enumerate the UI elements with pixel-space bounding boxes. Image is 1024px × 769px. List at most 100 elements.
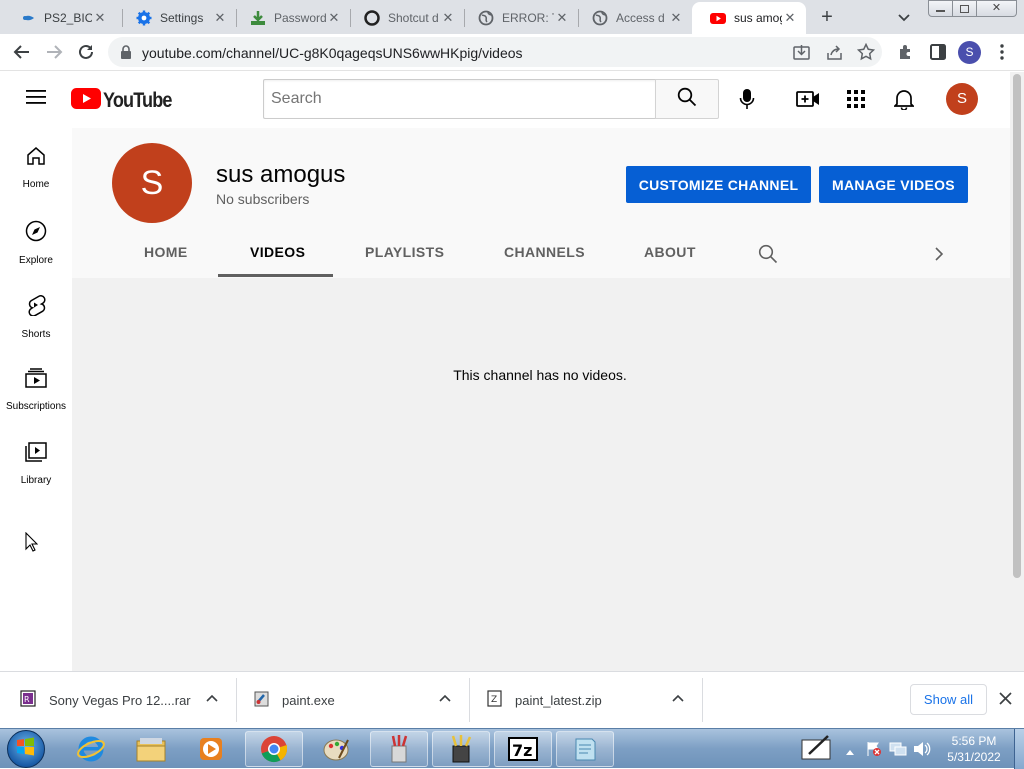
- paint-palette-icon[interactable]: [307, 731, 365, 767]
- paint-brushes-icon[interactable]: [370, 731, 428, 767]
- search-button[interactable]: [655, 79, 719, 119]
- svg-text:R: R: [24, 695, 30, 704]
- account-avatar[interactable]: S: [946, 83, 978, 115]
- tab-close-icon[interactable]: ✕: [212, 10, 228, 26]
- channel-header: S sus amogus No subscribers CUSTOMIZE CH…: [72, 128, 1010, 278]
- tab-playlists[interactable]: PLAYLISTS: [365, 244, 444, 260]
- lock-icon[interactable]: [120, 45, 132, 64]
- tab-close-icon[interactable]: ✕: [782, 10, 798, 26]
- chevron-up-icon[interactable]: [439, 693, 451, 708]
- show-hidden-icons-chevron-icon[interactable]: [845, 743, 855, 761]
- chevron-right-icon[interactable]: [932, 246, 946, 267]
- download-item[interactable]: Z paint_latest.zip: [487, 672, 700, 728]
- extensions-puzzle-icon[interactable]: [897, 43, 915, 66]
- scrollbar-thumb[interactable]: [1013, 74, 1021, 578]
- restore-icon[interactable]: [953, 0, 977, 17]
- tab-error[interactable]: ERROR: T ✕: [460, 2, 578, 34]
- chrome-taskbar-icon[interactable]: [245, 731, 303, 767]
- close-downloads-icon[interactable]: [999, 692, 1012, 710]
- sidebar-item-label: Library: [20, 475, 52, 486]
- home-icon: [26, 146, 46, 171]
- tab-close-icon[interactable]: ✕: [92, 10, 108, 26]
- profile-avatar[interactable]: S: [958, 41, 981, 64]
- exe-icon: [254, 690, 270, 711]
- tab-youtube-active[interactable]: sus amog ✕: [692, 2, 806, 34]
- tab-title: Shotcut d: [388, 11, 439, 25]
- url-text[interactable]: youtube.com/channel/UC-g8K0qageqsUNS6wwH…: [142, 45, 523, 61]
- address-bar[interactable]: youtube.com/channel/UC-g8K0qageqsUNS6wwH…: [108, 37, 882, 67]
- tab-videos[interactable]: VIDEOS: [250, 244, 305, 260]
- share-icon[interactable]: [826, 44, 843, 66]
- sidebar-item-explore[interactable]: Explore: [0, 202, 72, 276]
- tab-close-icon[interactable]: ✕: [554, 10, 570, 26]
- 7zip-icon[interactable]: 7z: [494, 731, 552, 767]
- voice-search-mic-icon[interactable]: [739, 88, 755, 115]
- channel-search-icon[interactable]: [758, 244, 778, 269]
- sidebar-item-home[interactable]: Home: [0, 128, 72, 202]
- notepad-icon[interactable]: [556, 731, 614, 767]
- network-icon[interactable]: [889, 741, 907, 762]
- new-tab-plus-icon[interactable]: +: [816, 7, 838, 29]
- page-scrollbar[interactable]: [1010, 72, 1024, 671]
- media-player-icon[interactable]: [182, 731, 240, 767]
- start-button[interactable]: [7, 730, 45, 768]
- tablet-input-pen-icon[interactable]: [801, 734, 833, 767]
- notifications-bell-icon[interactable]: [892, 88, 916, 115]
- tab-password[interactable]: Password ✕: [232, 2, 350, 34]
- apps-grid-icon[interactable]: [847, 90, 865, 113]
- create-video-icon[interactable]: [796, 90, 820, 113]
- tab-title: ERROR: T: [502, 11, 554, 25]
- internet-explorer-icon[interactable]: [62, 731, 120, 767]
- youtube-logo[interactable]: YouTube: [71, 88, 183, 114]
- file-explorer-icon[interactable]: [122, 731, 180, 767]
- action-center-flag-icon[interactable]: [866, 741, 882, 762]
- customize-channel-button[interactable]: CUSTOMIZE CHANNEL: [626, 166, 811, 203]
- forward-arrow-icon[interactable]: [45, 43, 63, 66]
- tab-access[interactable]: Access d ✕: [574, 2, 692, 34]
- paint-cup-icon[interactable]: [432, 731, 490, 767]
- tab-close-icon[interactable]: ✕: [326, 10, 342, 26]
- search-input[interactable]: Search: [263, 79, 656, 119]
- system-clock[interactable]: 5:56 PM 5/31/2022: [938, 733, 1010, 765]
- winrar-icon: R: [20, 689, 37, 711]
- bookmark-star-icon[interactable]: [856, 42, 876, 66]
- zip-icon: Z: [487, 689, 503, 711]
- chevron-up-icon[interactable]: [206, 693, 218, 708]
- download-filename: Sony Vegas Pro 12....rar: [49, 692, 191, 708]
- show-all-button[interactable]: Show all: [910, 684, 987, 715]
- clock-date: 5/31/2022: [947, 750, 1001, 764]
- tab-shotcut[interactable]: Shotcut d ✕: [346, 2, 464, 34]
- side-panel-icon[interactable]: [929, 43, 947, 66]
- tab-search-chevron-down-icon[interactable]: [896, 9, 912, 25]
- volume-speaker-icon[interactable]: [913, 741, 931, 762]
- reload-icon[interactable]: [77, 43, 95, 66]
- show-desktop-button[interactable]: [1014, 729, 1024, 769]
- minimize-icon[interactable]: [928, 0, 953, 17]
- tab-home[interactable]: HOME: [144, 244, 188, 260]
- download-item[interactable]: R Sony Vegas Pro 12....rar: [20, 672, 234, 728]
- tab-title: sus amog: [734, 11, 782, 25]
- tab-title: Access d: [616, 11, 665, 25]
- back-arrow-icon[interactable]: [13, 43, 31, 66]
- channel-avatar[interactable]: S: [112, 143, 192, 223]
- sidebar-item-library[interactable]: Library: [0, 424, 72, 498]
- install-app-icon[interactable]: [793, 44, 810, 66]
- chevron-up-icon[interactable]: [672, 693, 684, 708]
- windows-taskbar: 7z 5:56 PM 5/31/2022: [0, 728, 1024, 769]
- tab-close-icon[interactable]: ✕: [668, 10, 684, 26]
- close-window-icon[interactable]: ✕: [977, 0, 1017, 17]
- chrome-menu-kebab-icon[interactable]: [999, 43, 1005, 66]
- tab-ps2-bios[interactable]: PS2_BIOS ✕: [2, 2, 116, 34]
- sidebar-item-shorts[interactable]: Shorts: [0, 276, 72, 350]
- sidebar-item-subscriptions[interactable]: Subscriptions: [0, 350, 72, 424]
- download-separator: [236, 678, 237, 722]
- youtube-play-logo-icon: [71, 88, 101, 114]
- tab-about[interactable]: ABOUT: [644, 244, 696, 260]
- manage-videos-button[interactable]: MANAGE VIDEOS: [819, 166, 968, 203]
- tab-close-icon[interactable]: ✕: [440, 10, 456, 26]
- tab-settings[interactable]: Settings ✕: [118, 2, 236, 34]
- download-item[interactable]: paint.exe: [254, 672, 467, 728]
- hamburger-menu-icon[interactable]: [26, 89, 46, 110]
- tab-channels[interactable]: CHANNELS: [504, 244, 585, 260]
- clock-time: 5:56 PM: [951, 734, 997, 748]
